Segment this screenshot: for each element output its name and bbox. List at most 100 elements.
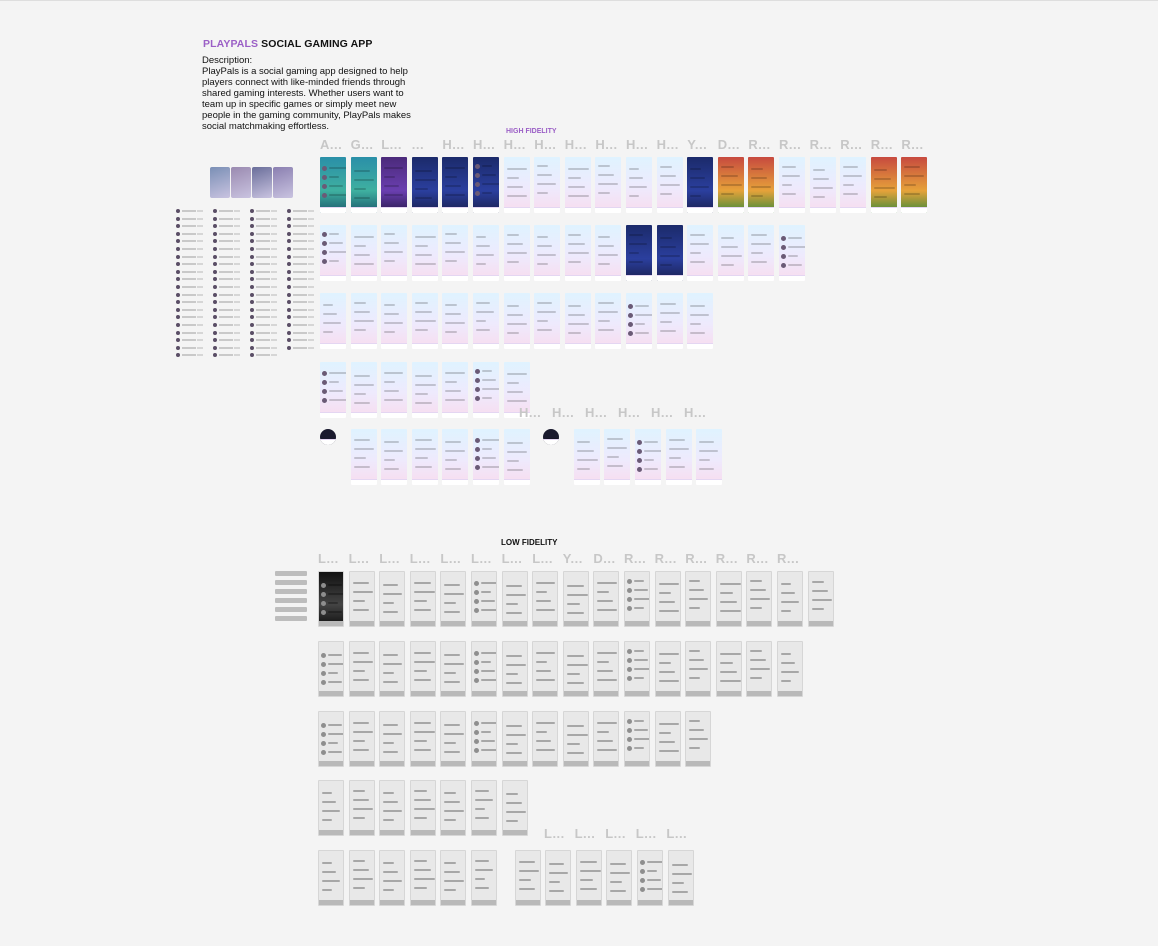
- screen-thumbnail[interactable]: [562, 641, 589, 697]
- screen-thumbnail[interactable]: [471, 641, 497, 697]
- screen-thumbnail[interactable]: [409, 571, 436, 627]
- screen-thumbnail[interactable]: [411, 225, 438, 281]
- screen-thumbnail[interactable]: [777, 571, 803, 627]
- screen-thumbnail[interactable]: [595, 157, 622, 213]
- screen-thumbnail[interactable]: [626, 157, 652, 213]
- screen-thumbnail[interactable]: [411, 362, 438, 418]
- screen-thumbnail[interactable]: [471, 850, 497, 906]
- screen-thumbnail[interactable]: [777, 641, 803, 697]
- screen-thumbnail[interactable]: [748, 225, 775, 281]
- screen-thumbnail[interactable]: [442, 225, 469, 281]
- screen-thumbnail[interactable]: [624, 711, 650, 767]
- screen-thumbnail[interactable]: [350, 225, 377, 281]
- screen-thumbnail[interactable]: [534, 293, 561, 349]
- screen-thumbnail[interactable]: [473, 293, 499, 349]
- screen-thumbnail[interactable]: [564, 157, 591, 213]
- screen-thumbnail[interactable]: [442, 429, 469, 485]
- screen-thumbnail[interactable]: [501, 711, 528, 767]
- screen-thumbnail[interactable]: [696, 429, 723, 485]
- screen-thumbnail[interactable]: [440, 711, 467, 767]
- screen-thumbnail[interactable]: [501, 571, 528, 627]
- screen-thumbnail[interactable]: [348, 711, 375, 767]
- screen-thumbnail[interactable]: [606, 850, 633, 906]
- screen-thumbnail[interactable]: [626, 225, 652, 281]
- screen-thumbnail[interactable]: [534, 225, 561, 281]
- screen-thumbnail[interactable]: [685, 571, 712, 627]
- screen-thumbnail[interactable]: [654, 641, 681, 697]
- screen-thumbnail[interactable]: [809, 157, 836, 213]
- screen-thumbnail[interactable]: [532, 571, 559, 627]
- screen-thumbnail[interactable]: [593, 571, 620, 627]
- screen-thumbnail[interactable]: [379, 711, 406, 767]
- screen-thumbnail[interactable]: [543, 429, 560, 445]
- screen-thumbnail[interactable]: [350, 362, 377, 418]
- screen-thumbnail[interactable]: [501, 641, 528, 697]
- screen-thumbnail[interactable]: [637, 850, 663, 906]
- screen-thumbnail[interactable]: [503, 225, 530, 281]
- screen-thumbnail[interactable]: [575, 850, 602, 906]
- screen-thumbnail[interactable]: [350, 429, 377, 485]
- screen-thumbnail[interactable]: [473, 429, 499, 485]
- screen-thumbnail[interactable]: [350, 293, 377, 349]
- screen-thumbnail[interactable]: [381, 293, 408, 349]
- screen-thumbnail[interactable]: [350, 157, 377, 213]
- screen-thumbnail[interactable]: [318, 711, 344, 767]
- screen-thumbnail[interactable]: [595, 225, 622, 281]
- screen-thumbnail[interactable]: [779, 157, 805, 213]
- screen-thumbnail[interactable]: [320, 157, 346, 213]
- screen-thumbnail[interactable]: [409, 641, 436, 697]
- screen-thumbnail[interactable]: [746, 571, 773, 627]
- screen-thumbnail[interactable]: [564, 293, 591, 349]
- screen-thumbnail[interactable]: [901, 157, 928, 213]
- screen-thumbnail[interactable]: [473, 157, 499, 213]
- screen-thumbnail[interactable]: [685, 711, 712, 767]
- screen-thumbnail[interactable]: [320, 225, 346, 281]
- screen-thumbnail[interactable]: [440, 780, 467, 836]
- screen-thumbnail[interactable]: [320, 429, 336, 445]
- screen-thumbnail[interactable]: [717, 157, 744, 213]
- screen-thumbnail[interactable]: [471, 711, 497, 767]
- screen-thumbnail[interactable]: [379, 641, 406, 697]
- screen-thumbnail[interactable]: [440, 850, 467, 906]
- screen-thumbnail[interactable]: [442, 157, 469, 213]
- screen-thumbnail[interactable]: [717, 225, 744, 281]
- screen-thumbnail[interactable]: [573, 429, 600, 485]
- screen-thumbnail[interactable]: [545, 850, 572, 906]
- screen-thumbnail[interactable]: [381, 225, 408, 281]
- screen-thumbnail[interactable]: [748, 157, 775, 213]
- screen-thumbnail[interactable]: [687, 293, 714, 349]
- screen-thumbnail[interactable]: [665, 429, 692, 485]
- screen-thumbnail[interactable]: [379, 850, 406, 906]
- screen-thumbnail[interactable]: [379, 571, 406, 627]
- screen-thumbnail[interactable]: [604, 429, 631, 485]
- screen-thumbnail[interactable]: [348, 850, 375, 906]
- screen-thumbnail[interactable]: [564, 225, 591, 281]
- screen-thumbnail[interactable]: [870, 157, 897, 213]
- screen-thumbnail[interactable]: [687, 225, 714, 281]
- screen-thumbnail[interactable]: [534, 157, 561, 213]
- screen-thumbnail[interactable]: [715, 641, 742, 697]
- screen-thumbnail[interactable]: [779, 225, 805, 281]
- screen-thumbnail[interactable]: [626, 293, 652, 349]
- screen-thumbnail[interactable]: [318, 571, 344, 627]
- screen-thumbnail[interactable]: [807, 571, 834, 627]
- screen-thumbnail[interactable]: [624, 641, 650, 697]
- screen-thumbnail[interactable]: [667, 850, 694, 906]
- screen-thumbnail[interactable]: [503, 157, 530, 213]
- screen-thumbnail[interactable]: [562, 711, 589, 767]
- screen-thumbnail[interactable]: [442, 362, 469, 418]
- screen-thumbnail[interactable]: [532, 711, 559, 767]
- screen-thumbnail[interactable]: [318, 780, 344, 836]
- screen-thumbnail[interactable]: [409, 850, 436, 906]
- screen-thumbnail[interactable]: [318, 850, 344, 906]
- screen-thumbnail[interactable]: [471, 571, 497, 627]
- screen-thumbnail[interactable]: [411, 293, 438, 349]
- screen-thumbnail[interactable]: [840, 157, 867, 213]
- screen-thumbnail[interactable]: [348, 780, 375, 836]
- screen-thumbnail[interactable]: [503, 429, 530, 485]
- screen-thumbnail[interactable]: [381, 429, 408, 485]
- screen-thumbnail[interactable]: [411, 157, 438, 213]
- screen-thumbnail[interactable]: [656, 157, 683, 213]
- screen-thumbnail[interactable]: [379, 780, 406, 836]
- screen-thumbnail[interactable]: [409, 711, 436, 767]
